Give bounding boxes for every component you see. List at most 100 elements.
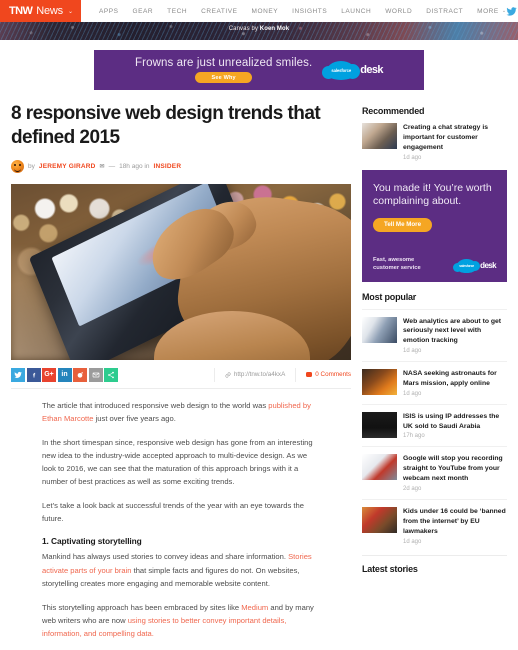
list-item[interactable]: ISIS is using IP addresses the UK sold t… bbox=[362, 403, 507, 447]
nav-item-distract[interactable]: DISTRACT bbox=[419, 8, 470, 15]
page-content: Frowns are just unrealized smiles. See W… bbox=[0, 40, 518, 650]
most-popular-text: NASA seeking astronauts for Mars mission… bbox=[403, 369, 507, 397]
comments-link[interactable]: 0 Comments bbox=[295, 367, 351, 382]
section-heading: 1. Captivating storytelling bbox=[42, 536, 142, 547]
top-ad-copy: Frowns are just unrealized smiles. See W… bbox=[135, 57, 312, 83]
envelope-icon bbox=[92, 372, 99, 377]
nav-item-world[interactable]: WORLD bbox=[378, 8, 419, 15]
sidebar-ad[interactable]: You made it! You’re worth complaining ab… bbox=[362, 169, 507, 282]
most-popular-title: Google will stop you recording straight … bbox=[403, 455, 503, 483]
comment-bubble-icon bbox=[306, 372, 313, 378]
most-popular-timestamp: 1d ago bbox=[403, 538, 422, 545]
nav-item-gear[interactable]: GEAR bbox=[126, 8, 161, 15]
nav-social-actions bbox=[506, 0, 518, 22]
share-email-button[interactable] bbox=[88, 367, 103, 382]
most-popular-text: ISIS is using IP addresses the UK sold t… bbox=[403, 412, 507, 440]
nav-item-tech[interactable]: TECH bbox=[160, 8, 194, 15]
byline-author-link[interactable]: JEREMY GIRARD bbox=[39, 163, 96, 170]
envelope-icon[interactable]: ✉ bbox=[100, 163, 105, 170]
reddit-icon bbox=[77, 371, 83, 378]
text-run: This storytelling approach has been embr… bbox=[42, 602, 242, 612]
most-popular-timestamp: 17h ago bbox=[403, 433, 425, 440]
site-brand-news[interactable]: TNW News ⌄ bbox=[0, 0, 81, 22]
list-item[interactable]: Google will stop you recording straight … bbox=[362, 446, 507, 499]
link-icon bbox=[225, 372, 231, 378]
recommended-timestamp: 1d ago bbox=[403, 154, 422, 161]
nav-item-insights[interactable]: INSIGHTS bbox=[285, 8, 334, 15]
share-linkedin-button[interactable]: in bbox=[57, 367, 72, 382]
text-run: just over five years ago. bbox=[93, 414, 176, 424]
list-item[interactable]: NASA seeking astronauts for Mars mission… bbox=[362, 361, 507, 404]
page-title: 8 responsive web design trends that defi… bbox=[11, 103, 321, 148]
paragraph-intro: The article that introduced responsive w… bbox=[42, 399, 323, 425]
salesforce-desk-logo: salesforce desk bbox=[453, 258, 497, 273]
nav-item-apps[interactable]: APPS bbox=[92, 8, 126, 15]
content-layout: 8 responsive web design trends that defi… bbox=[0, 98, 518, 650]
article-body: The article that introduced responsive w… bbox=[11, 389, 351, 650]
comments-count-text: 0 Comments bbox=[315, 371, 351, 379]
sidebar-ad-cta-button[interactable]: Tell Me More bbox=[373, 217, 433, 232]
share-more-button[interactable] bbox=[104, 367, 118, 382]
facebook-icon bbox=[32, 372, 35, 378]
chevron-down-icon: ⌄ bbox=[67, 8, 73, 15]
avatar bbox=[11, 160, 24, 174]
banner-credit-prefix: Canvas by bbox=[228, 26, 260, 32]
banner-credit-name: Koen Mok bbox=[259, 26, 290, 32]
linkedin-icon: in bbox=[61, 371, 68, 379]
most-popular-title: ISIS is using IP addresses the UK sold t… bbox=[403, 412, 500, 430]
share-nodes-icon bbox=[108, 371, 114, 378]
salesforce-cloud-icon: salesforce bbox=[453, 258, 481, 273]
sidebar-ad-caption: Fast, awesome customer service bbox=[373, 256, 421, 273]
most-popular-title: Kids under 16 could be ‘banned from the … bbox=[403, 507, 506, 535]
most-popular-heading: Most popular bbox=[362, 291, 417, 302]
top-ad-cta-button[interactable]: See Why bbox=[195, 72, 252, 83]
caption-line-1: Fast, awesome bbox=[373, 256, 415, 263]
nav-item-money[interactable]: MONEY bbox=[245, 8, 286, 15]
most-popular-text: Kids under 16 could be ‘banned from the … bbox=[403, 507, 507, 545]
desk-wordmark: desk bbox=[360, 64, 383, 76]
list-item[interactable]: Kids under 16 could be ‘banned from the … bbox=[362, 498, 507, 552]
share-twitter-button[interactable] bbox=[11, 367, 25, 382]
byline-category-link[interactable]: INSIDER bbox=[153, 163, 181, 170]
recommended-heading: Recommended bbox=[362, 106, 425, 116]
desk-wordmark: desk bbox=[480, 261, 496, 271]
primary-nav-links: APPS GEAR TECH CREATIVE MONEY INSIGHTS L… bbox=[81, 0, 506, 22]
article-short-url[interactable]: http://tnw.to/a4kxA bbox=[213, 367, 295, 382]
nav-item-launch[interactable]: LAUNCH bbox=[334, 8, 378, 15]
most-popular-text: Web analytics are about to get seriously… bbox=[403, 317, 507, 355]
banner-credit: Canvas by Koen Mok bbox=[0, 26, 518, 32]
byline-dash: — bbox=[108, 163, 116, 171]
social-share-bar: G+ in http://tnw.to/a4kxA 0 Comments bbox=[11, 367, 351, 390]
leaderboard-ad[interactable]: Frowns are just unrealized smiles. See W… bbox=[94, 50, 424, 90]
twitter-icon[interactable] bbox=[506, 6, 517, 17]
list-item[interactable]: Creating a chat strategy is important fo… bbox=[362, 123, 507, 170]
share-button-group: G+ in bbox=[11, 367, 118, 382]
article-column: 8 responsive web design trends that defi… bbox=[11, 98, 351, 650]
list-item[interactable]: Web analytics are about to get seriously… bbox=[362, 308, 507, 362]
thumbnail-image bbox=[362, 411, 397, 438]
paragraph-timespan: In the short timespan since, responsive … bbox=[42, 438, 313, 487]
link-medium[interactable]: Medium bbox=[241, 603, 268, 612]
most-popular-title: Web analytics are about to get seriously… bbox=[403, 317, 502, 345]
nav-item-creative[interactable]: CREATIVE bbox=[194, 8, 244, 15]
text-run: Mankind has always used stories to conve… bbox=[42, 552, 289, 562]
most-popular-text: Google will stop you recording straight … bbox=[403, 454, 507, 492]
paragraph-medium: This storytelling approach has been embr… bbox=[42, 601, 323, 640]
top-navigation-bar: TNW News ⌄ APPS GEAR TECH CREATIVE MONEY… bbox=[0, 0, 518, 22]
site-banner-strip: Canvas by Koen Mok bbox=[0, 22, 518, 40]
share-googleplus-button[interactable]: G+ bbox=[42, 367, 56, 382]
salesforce-cloud-icon: salesforce bbox=[322, 60, 361, 80]
googleplus-icon: G+ bbox=[44, 371, 54, 379]
caption-line-2: customer service bbox=[373, 265, 421, 272]
salesforce-desk-logo: salesforce desk bbox=[322, 60, 384, 80]
twitter-icon bbox=[14, 371, 22, 378]
share-reddit-button[interactable] bbox=[73, 367, 87, 382]
share-facebook-button[interactable] bbox=[26, 367, 41, 382]
text-run: The article that introduced responsive w… bbox=[42, 401, 269, 411]
paragraph-lookback: Let’s take a look back at successful tre… bbox=[42, 501, 304, 524]
salesforce-wordmark: salesforce bbox=[331, 67, 352, 73]
nav-item-more[interactable]: MORE bbox=[470, 8, 506, 15]
most-popular-timestamp: 2d ago bbox=[403, 485, 422, 492]
thumbnail-image bbox=[362, 123, 397, 149]
